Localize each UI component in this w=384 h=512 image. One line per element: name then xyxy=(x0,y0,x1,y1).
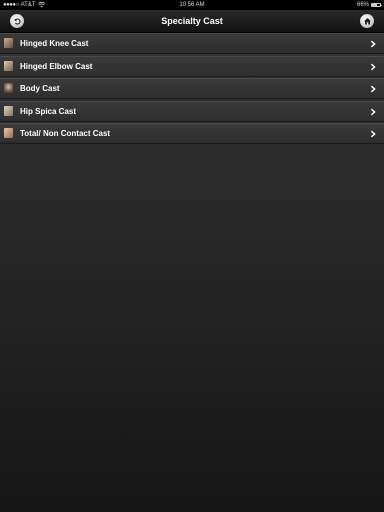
list-item-hinged-elbow-cast[interactable]: Hinged Elbow Cast xyxy=(0,55,384,77)
page-title: Specialty Cast xyxy=(161,16,223,26)
chevron-right-icon xyxy=(370,63,376,70)
list-item-hinged-knee-cast[interactable]: Hinged Knee Cast xyxy=(0,33,384,54)
cast-thumbnail xyxy=(4,105,13,116)
cast-thumbnail xyxy=(4,38,13,48)
list-item-hip-spica-cast[interactable]: Hip Spica Cast xyxy=(0,100,384,122)
status-bar: ●●●●○ AT&T 10:56 AM 66% xyxy=(0,0,384,10)
battery-icon xyxy=(371,3,382,7)
nav-bar: Specialty Cast xyxy=(0,10,384,33)
chevron-right-icon xyxy=(370,85,376,93)
cast-list: Hinged Knee Cast Hinged Elbow Cast Body … xyxy=(0,33,384,146)
home-icon xyxy=(363,17,371,24)
battery-percent: 66% xyxy=(356,2,369,8)
list-item-label: Body Cast xyxy=(20,84,60,94)
chevron-right-icon xyxy=(370,108,376,116)
status-right: 66% xyxy=(356,0,382,10)
cast-thumbnail xyxy=(4,60,13,71)
list-item-total-non-contact-cast[interactable]: Total/ Non Contact Cast xyxy=(0,123,384,145)
list-item-label: Hinged Elbow Cast xyxy=(20,61,93,71)
list-item-label: Hinged Knee Cast xyxy=(20,39,89,48)
list-item-body-cast[interactable]: Body Cast xyxy=(0,78,384,100)
list-item-label: Total/ Non Contact Cast xyxy=(20,129,111,139)
list-item-label: Hip Spica Cast xyxy=(20,106,77,116)
chevron-right-icon xyxy=(370,40,376,48)
home-button[interactable] xyxy=(360,14,374,28)
chevron-right-icon xyxy=(370,131,376,138)
cast-thumbnail xyxy=(4,83,13,94)
cast-thumbnail xyxy=(4,128,13,139)
status-time: 10:56 AM xyxy=(179,2,205,8)
